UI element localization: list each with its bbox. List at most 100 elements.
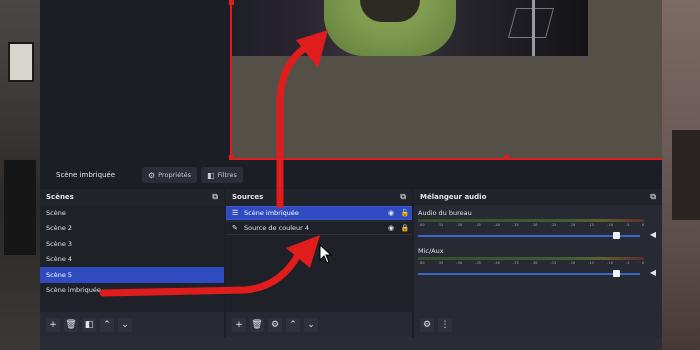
background-light (507, 8, 555, 38)
scene-item-label: Scène (46, 208, 66, 217)
mixer-dock-header: Mélangeur audio ⧉ (414, 189, 662, 205)
tick-label: -10 (606, 261, 613, 265)
add-source-button[interactable]: + (232, 318, 246, 332)
move-source-up-button[interactable]: ⌃ (286, 318, 300, 332)
move-scene-down-button[interactable]: ⌄ (118, 318, 132, 332)
move-scene-up-button[interactable]: ⌃ (100, 318, 114, 332)
tick-label: -45 (474, 261, 481, 265)
tick-label: -25 (549, 223, 557, 227)
remove-source-button[interactable]: 🗑 (250, 318, 264, 332)
window-bottom-edge (40, 338, 662, 350)
scene-item[interactable]: Scène 2 (40, 221, 224, 237)
add-icon: + (235, 320, 243, 330)
scenes-dock: Scènes ⧉ Scène Scène 2 Scène 3 Scène 4 S… (40, 188, 224, 338)
mixer-track: Mic/Aux -60 -55 -50 -45 -40 -35 -30 -25 … (414, 241, 662, 279)
background-stand (532, 0, 535, 56)
move-source-down-button[interactable]: ⌄ (304, 318, 318, 332)
scenes-title: Scènes (46, 193, 74, 201)
scenes-dock-header: Scènes ⧉ (40, 189, 224, 205)
tick-label: -10 (606, 223, 613, 227)
tick-label: -35 (512, 261, 519, 265)
context-bar: Scène imbriquée ⚙ Propriétés ◧ Filtres (40, 164, 662, 186)
tick-label: -30 (530, 261, 538, 265)
tick-label: -50 (455, 223, 463, 227)
list-icon: ☰ (232, 209, 239, 217)
speaker-icon[interactable]: ◀ (650, 230, 656, 239)
gear-icon: ⚙ (148, 170, 156, 180)
scene-item-selected[interactable]: Scène 5 (40, 267, 224, 283)
speaker-icon[interactable]: ◀ (650, 268, 656, 277)
sources-dock-header: Sources ⧉ (226, 189, 412, 205)
undock-icon[interactable]: ⧉ (650, 192, 656, 202)
chevron-up-icon: ⌃ (289, 320, 297, 330)
tick-label: -5 (625, 261, 630, 265)
source-item-selected[interactable]: ☰ Scène imbriquée ◉ 🔓 (226, 206, 412, 220)
volume-meter: -60 -55 -50 -45 -40 -35 -30 -25 -20 -15 … (418, 257, 644, 267)
source-item-label: Source de couleur 4 (244, 224, 310, 232)
add-scene-button[interactable]: + (46, 318, 60, 332)
scene-item-label: Scène imbriquée (46, 286, 101, 295)
more-options-icon: ⋮ (440, 320, 450, 330)
preview-canvas[interactable] (229, 0, 662, 160)
tick-label: -55 (436, 261, 444, 265)
resize-handle[interactable] (504, 155, 509, 160)
chevron-down-icon: ⌄ (121, 320, 129, 330)
tick-label: -15 (587, 261, 594, 265)
background-speaker (4, 160, 36, 255)
mixer-tracks: Audio du bureau -60 -55 -50 -45 -40 -35 … (414, 205, 662, 312)
eye-icon[interactable]: ◉ (384, 209, 398, 217)
webcam-background-right (662, 0, 700, 350)
remove-scene-button[interactable]: 🗑 (64, 318, 78, 332)
resize-handle[interactable] (229, 155, 234, 160)
scene-item-label: Scène 3 (46, 239, 73, 248)
preview-area[interactable] (40, 0, 662, 162)
scene-item[interactable]: Scène imbriquée (40, 283, 224, 299)
mouse-cursor-icon (319, 244, 333, 264)
trash-icon: 🗑 (251, 320, 263, 330)
filters-button[interactable]: ◧ Filtres (201, 167, 243, 183)
properties-label: Propriétés (158, 171, 192, 179)
unlock-icon[interactable]: 🔓 (398, 209, 412, 217)
webcam-source-preview[interactable] (232, 0, 588, 56)
tick-label: -30 (530, 223, 538, 227)
webcam-background-left (0, 0, 40, 350)
undock-icon[interactable]: ⧉ (400, 192, 406, 202)
chevron-up-icon: ⌃ (103, 320, 111, 330)
source-item[interactable]: ✎ Source de couleur 4 ◉ 🔒 (226, 221, 412, 235)
track-name: Mic/Aux (418, 247, 444, 255)
volume-slider[interactable]: ◀ (418, 230, 658, 241)
mixer-menu-button[interactable]: ⋮ (438, 318, 452, 332)
slider-knob[interactable] (613, 270, 621, 277)
source-properties-button[interactable]: ⚙ (268, 318, 282, 332)
scene-filters-button[interactable]: ◧ (82, 318, 96, 332)
obs-window: Scène imbriquée ⚙ Propriétés ◧ Filtres S… (40, 0, 662, 338)
meter-ticks: -60 -55 -50 -45 -40 -35 -30 -25 -20 -15 … (418, 261, 644, 267)
scene-item-label: Scène 4 (46, 255, 73, 264)
chevron-down-icon: ⌄ (307, 320, 315, 330)
scene-item[interactable]: Scène (40, 205, 224, 221)
eye-icon[interactable]: ◉ (384, 224, 398, 232)
undock-icon[interactable]: ⧉ (212, 192, 218, 202)
volume-meter: -60 -55 -50 -45 -40 -35 -30 -25 -20 -15 … (418, 219, 644, 229)
mixer-track: Audio du bureau -60 -55 -50 -45 -40 -35 … (414, 205, 662, 241)
tick-label: -40 (493, 223, 500, 227)
scene-item[interactable]: Scène 4 (40, 252, 224, 268)
mixer-title: Mélangeur audio (420, 193, 487, 201)
scene-item-label: Scène 5 (46, 270, 73, 279)
filters-label: Filtres (217, 171, 237, 179)
scene-item[interactable]: Scène 3 (40, 236, 224, 252)
slider-rail[interactable] (418, 235, 640, 237)
slider-knob[interactable] (613, 232, 621, 239)
advanced-audio-button[interactable]: ⚙ (420, 318, 434, 332)
lock-icon[interactable]: 🔒 (398, 224, 412, 232)
advanced-audio-icon: ⚙ (422, 320, 432, 330)
properties-button[interactable]: ⚙ Propriétés (142, 167, 198, 183)
scene-item-label: Scène 2 (46, 224, 73, 233)
filter-icon: ◧ (84, 320, 94, 330)
volume-slider[interactable]: ◀ (418, 268, 658, 279)
mixer-toolbar: ⚙ ⋮ (414, 312, 662, 338)
resize-handle[interactable] (229, 0, 234, 5)
slider-rail[interactable] (418, 273, 640, 275)
trash-icon: 🗑 (65, 320, 77, 330)
source-item-label: Scène imbriquée (244, 209, 299, 217)
